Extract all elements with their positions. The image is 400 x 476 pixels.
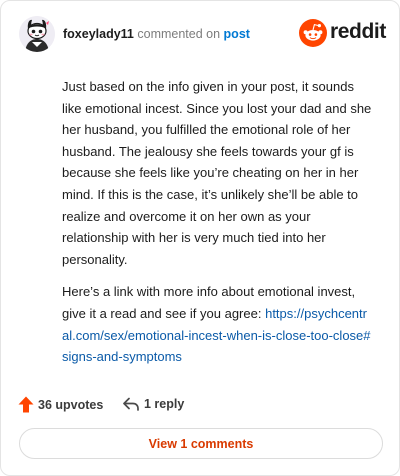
reddit-logo[interactable]: reddit: [299, 18, 386, 48]
comment-actions: 36 upvotes 1 reply: [18, 395, 378, 415]
snoo-avatar-icon: [19, 16, 55, 52]
user-avatar[interactable]: [19, 16, 55, 52]
replies-count: 1 reply: [144, 397, 185, 411]
comment-header: foxeylady11 commented on post reddit: [19, 16, 386, 52]
comment-byline: foxeylady11 commented on post: [63, 26, 250, 42]
commented-on-text: commented on: [137, 27, 221, 41]
comment-paragraph-1: Just based on the info given in your pos…: [62, 79, 372, 267]
post-link[interactable]: post: [224, 27, 250, 41]
comment-paragraph-2: Here’s a link with more info about emoti…: [62, 281, 374, 367]
upvote-arrow-icon: [18, 396, 34, 413]
comment-body: Just based on the info given in your pos…: [62, 76, 374, 379]
reddit-wordmark: reddit: [330, 20, 386, 43]
reply-button[interactable]: 1 reply: [122, 396, 184, 412]
view-comments-button[interactable]: View 1 comments: [19, 428, 383, 459]
username-link[interactable]: foxeylady11: [63, 27, 134, 41]
reply-arrow-icon: [123, 397, 139, 411]
reddit-alien-icon: [299, 19, 327, 47]
comment-card: foxeylady11 commented on post reddit Jus…: [0, 0, 400, 476]
upvote-button[interactable]: 36 upvotes: [18, 396, 103, 413]
upvotes-count: 36 upvotes: [38, 397, 104, 412]
